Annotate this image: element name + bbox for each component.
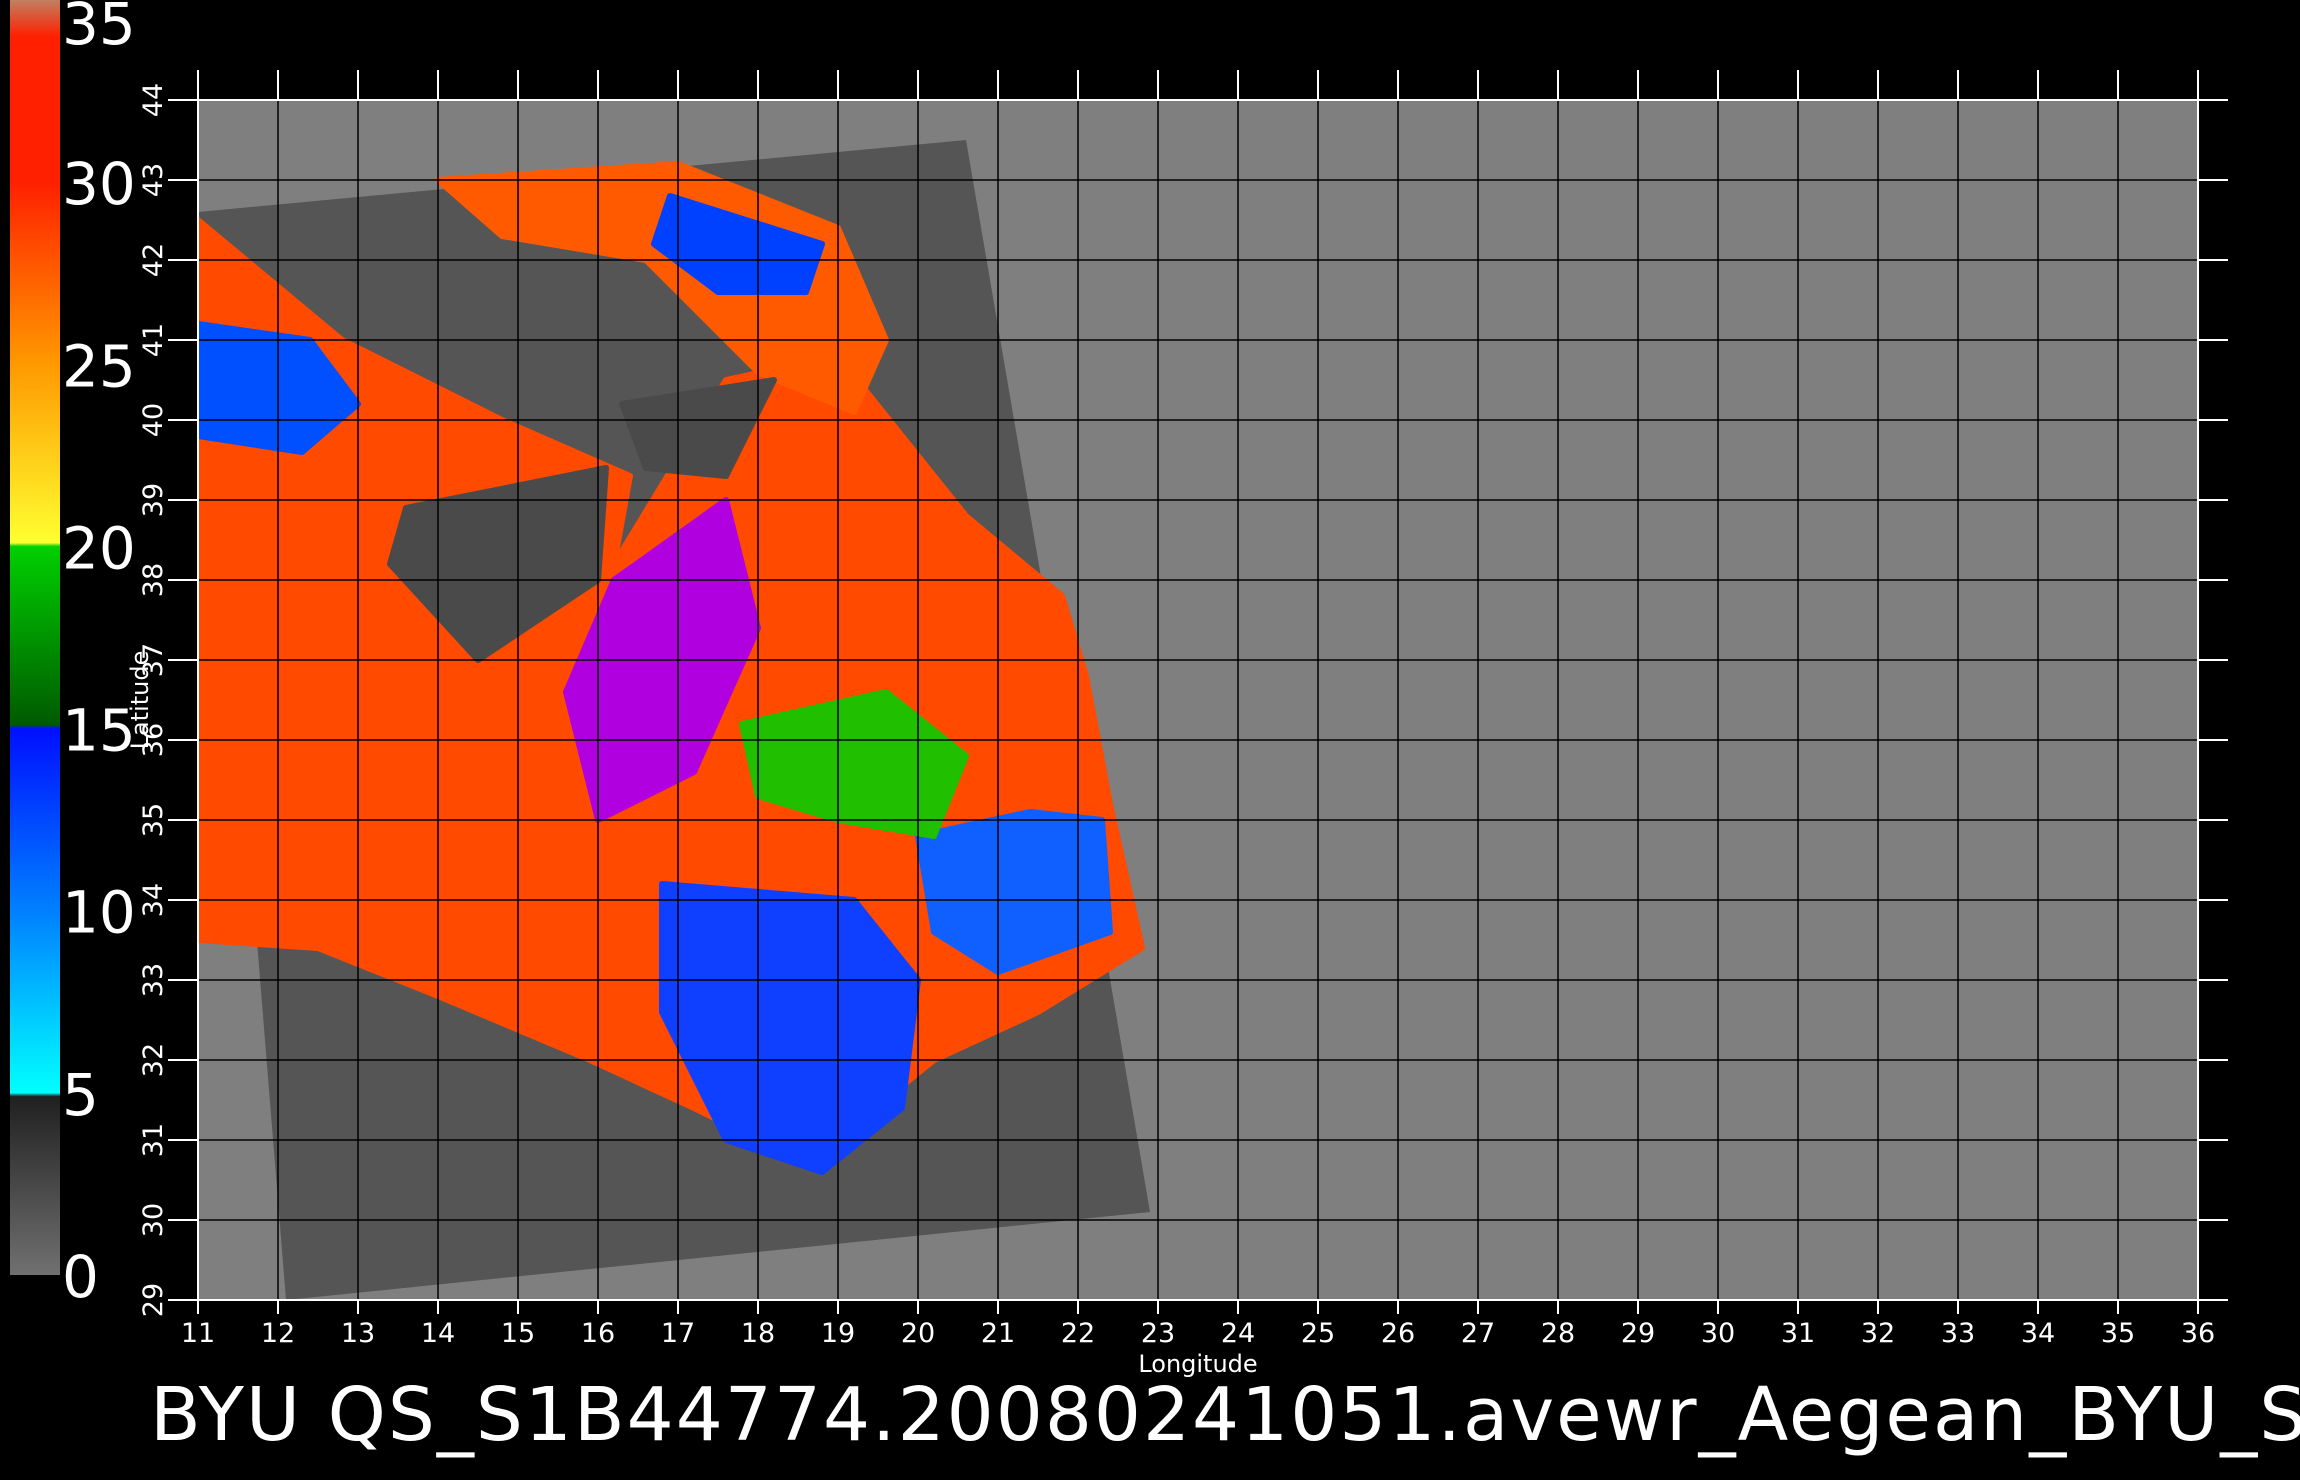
x-tick-label: 11 (181, 1318, 215, 1349)
colorbar-tick-label: 0 (62, 1243, 99, 1311)
x-tick-label: 25 (1301, 1318, 1335, 1349)
x-tick-label: 36 (2181, 1318, 2215, 1349)
colorbar-tick-label: 25 (62, 332, 136, 400)
y-axis-label: Latitude (126, 651, 154, 750)
colorbar-tick-label: 10 (62, 879, 136, 947)
plot-area: 11 12 13 14 15 16 17 18 19 20 21 22 23 24 25 26 27 28 29 30… (126, 70, 2228, 1378)
x-tick-label: 31 (1781, 1318, 1815, 1349)
x-tick-label: 27 (1461, 1318, 1495, 1349)
colorbar: 0 5 10 15 20 25 30 35 (10, 0, 136, 1311)
y-tick-label: 33 (138, 963, 169, 997)
y-tick-label: 30 (138, 1203, 169, 1237)
x-tick-label: 34 (2021, 1318, 2055, 1349)
x-tick-label: 21 (981, 1318, 1015, 1349)
x-tick-label: 23 (1141, 1318, 1175, 1349)
x-tick-label: 16 (581, 1318, 615, 1349)
colorbar-tick-label: 20 (62, 514, 136, 582)
wind-map-chart: 0 5 10 15 20 25 30 35 11 12 13 14 15 16 17 18 19 20 21 22 2… (10, 0, 2228, 1378)
colorbar-tick-labels: 0 5 10 15 20 25 30 35 (62, 0, 136, 1311)
y-tick-label: 44 (138, 83, 169, 117)
y-tick-label: 42 (138, 243, 169, 277)
x-tick-label: 26 (1381, 1318, 1415, 1349)
x-tick-label: 30 (1701, 1318, 1735, 1349)
x-tick-label: 18 (741, 1318, 775, 1349)
x-tick-label: 13 (341, 1318, 375, 1349)
y-tick-label: 41 (138, 323, 169, 357)
y-tick-label: 39 (138, 483, 169, 517)
chart-title: BYU QS_S1B44774.20080241051.avewr_Aegean… (150, 1372, 2300, 1458)
x-tick-label: 22 (1061, 1318, 1095, 1349)
x-tick-label: 32 (1861, 1318, 1895, 1349)
colorbar-scale (10, 0, 60, 1275)
x-tick-label: 20 (901, 1318, 935, 1349)
x-tick-label: 28 (1541, 1318, 1575, 1349)
y-tick-label: 40 (138, 403, 169, 437)
y-tick-label: 38 (138, 563, 169, 597)
x-tick-label: 17 (661, 1318, 695, 1349)
y-tick-label: 35 (138, 803, 169, 837)
x-tick-label: 33 (1941, 1318, 1975, 1349)
colorbar-tick-label: 35 (62, 0, 136, 58)
colorbar-tick-label: 5 (62, 1061, 99, 1129)
colorbar-tick-label: 30 (62, 150, 136, 218)
y-tick-label: 31 (138, 1123, 169, 1157)
x-tick-label: 14 (421, 1318, 455, 1349)
x-tick-label: 29 (1621, 1318, 1655, 1349)
x-tick-label: 35 (2101, 1318, 2135, 1349)
y-tick-label: 29 (138, 1283, 169, 1317)
y-tick-label: 43 (138, 163, 169, 197)
colorbar-tick-label: 15 (62, 697, 136, 765)
y-tick-label: 34 (138, 883, 169, 917)
x-tick-label: 19 (821, 1318, 855, 1349)
y-tick-label: 32 (138, 1043, 169, 1077)
x-tick-label: 24 (1221, 1318, 1255, 1349)
x-tick-label: 15 (501, 1318, 535, 1349)
x-tick-label: 12 (261, 1318, 295, 1349)
